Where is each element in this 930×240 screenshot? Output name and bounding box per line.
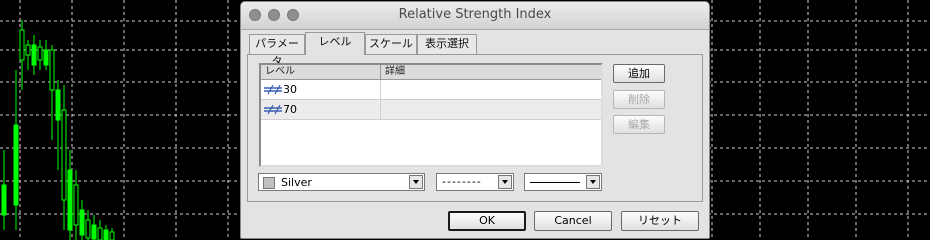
candle-body: [103, 229, 109, 240]
level-row[interactable]: 30: [261, 80, 601, 100]
edit-level-button[interactable]: 編集: [613, 115, 665, 134]
level-line-icon: [264, 84, 282, 95]
candle-body: [31, 44, 37, 66]
candle-body: [109, 231, 115, 240]
color-name: Silver: [281, 176, 312, 189]
line-style-value: --------: [442, 175, 482, 188]
color-swatch: [263, 177, 275, 189]
line-width-select[interactable]: [524, 173, 602, 191]
levels-list[interactable]: レベル 詳細 30 70: [259, 63, 603, 167]
level-value: 30: [283, 83, 297, 96]
reset-button[interactable]: リセット: [621, 211, 699, 231]
candle-body: [37, 46, 43, 61]
dialog-title: Relative Strength Index: [398, 7, 552, 22]
candle-body: [61, 109, 67, 201]
candle-body: [19, 29, 25, 61]
candle-body: [1, 184, 7, 216]
candle-body: [55, 89, 61, 121]
tab-levels[interactable]: レベル: [305, 32, 365, 55]
rsi-dialog: Relative Strength Index パラメータ レベル スケール 表…: [240, 1, 710, 239]
chevron-down-icon[interactable]: [498, 175, 512, 189]
candle-body: [13, 124, 19, 206]
column-header-description[interactable]: 詳細: [381, 65, 601, 80]
delete-level-button[interactable]: 削除: [613, 90, 665, 109]
level-row[interactable]: 70: [261, 100, 601, 120]
column-header-level[interactable]: レベル: [261, 65, 381, 80]
candle-body: [85, 219, 91, 239]
chevron-down-icon[interactable]: [586, 175, 600, 189]
tab-scale[interactable]: スケール: [365, 34, 417, 54]
level-value: 70: [283, 103, 297, 116]
candle-body: [79, 209, 85, 236]
level-line-icon: [264, 104, 282, 115]
ok-button[interactable]: OK: [448, 211, 526, 231]
tab-parameters[interactable]: パラメータ: [249, 34, 305, 68]
color-select[interactable]: Silver: [258, 173, 425, 191]
title-bar[interactable]: Relative Strength Index: [241, 2, 709, 30]
add-level-button[interactable]: 追加: [613, 64, 665, 83]
candle-body: [43, 49, 49, 66]
candle-body: [49, 49, 55, 91]
chevron-down-icon[interactable]: [409, 175, 423, 189]
candle-body: [91, 224, 97, 240]
candle-body: [97, 227, 103, 240]
candle-body: [67, 169, 73, 231]
cancel-button[interactable]: Cancel: [534, 211, 612, 231]
candle-body: [73, 184, 79, 226]
line-style-select[interactable]: --------: [436, 173, 514, 191]
candle-body: [25, 44, 31, 56]
line-width-sample: [530, 182, 580, 183]
tab-visualization[interactable]: 表示選択: [417, 34, 477, 54]
